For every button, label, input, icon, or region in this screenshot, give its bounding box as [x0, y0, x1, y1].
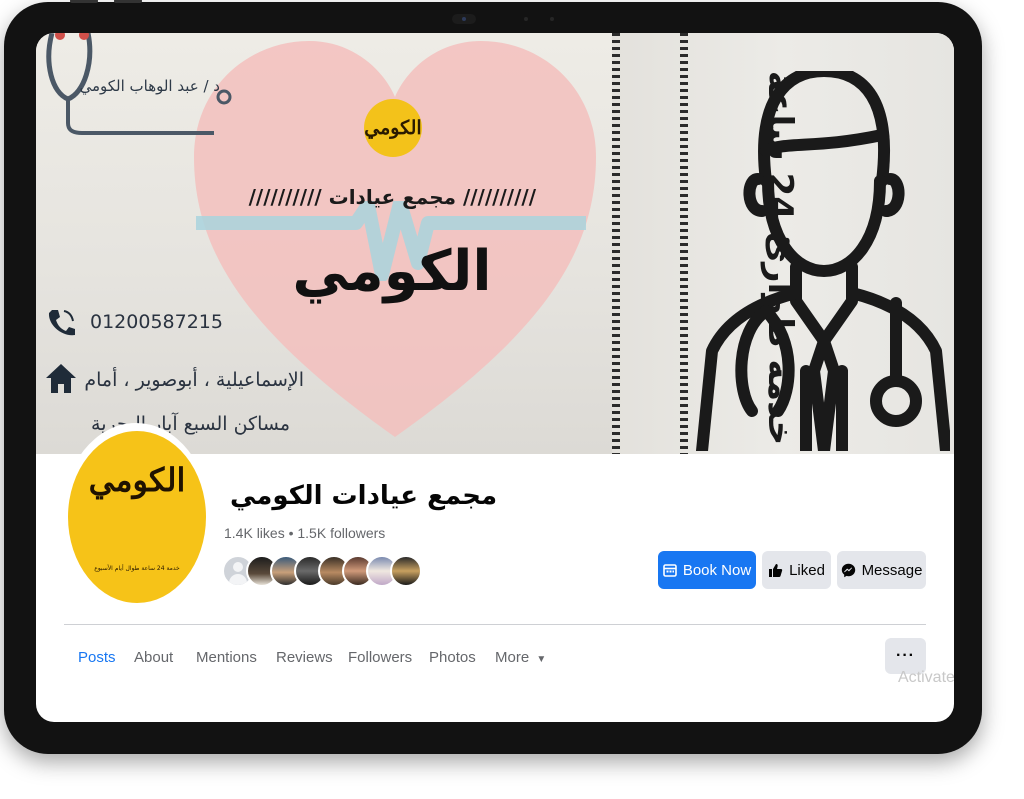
avatar[interactable] — [390, 555, 422, 587]
tab-photos[interactable]: Photos — [429, 638, 476, 678]
follower-avatars[interactable] — [222, 555, 422, 589]
header-divider — [64, 624, 926, 625]
tablet-volume-button — [114, 0, 142, 3]
tab-posts[interactable]: Posts — [78, 638, 116, 678]
phone-number: 01200587215 — [90, 311, 223, 333]
tab-mentions[interactable]: Mentions — [196, 638, 257, 678]
book-now-button[interactable]: Book Now — [658, 551, 756, 589]
page-title: مجمع عيادات الكومي — [230, 481, 498, 511]
stripe-divider — [680, 33, 688, 454]
tab-more[interactable]: More ▼ — [495, 638, 546, 678]
facebook-page-screen: د / عبد الوهاب الكومي الكومي ////////// … — [36, 33, 954, 722]
home-icon — [46, 364, 76, 393]
tablet-camera — [452, 14, 476, 24]
message-label: Message — [861, 561, 923, 579]
profile-logo-text: الكومي — [88, 461, 186, 499]
messenger-icon — [841, 563, 855, 577]
doctor-name: د / عبد الوهاب الكومي — [79, 77, 220, 95]
caret-down-icon: ▼ — [536, 654, 547, 665]
tab-about[interactable]: About — [134, 638, 173, 678]
profile-picture[interactable]: الكومي خدمة 24 ساعة طوال أيام الأسبوع — [68, 431, 206, 603]
book-now-label: Book Now — [682, 561, 752, 579]
page-stats[interactable]: 1.4K likes • 1.5K followers — [224, 525, 385, 541]
tab-followers[interactable]: Followers — [348, 638, 412, 678]
address-line-1: الإسماعيلية ، أبوصوير ، أمام — [84, 369, 304, 391]
activate-watermark: Activate — [898, 669, 954, 686]
clinic-name-large: الكومي — [292, 239, 492, 304]
tablet-sensor — [550, 17, 554, 21]
tablet-sensor — [524, 17, 528, 21]
message-button[interactable]: Message — [837, 551, 926, 589]
stripe-divider — [612, 33, 620, 454]
cover-photo[interactable]: د / عبد الوهاب الكومي الكومي ////////// … — [36, 33, 954, 454]
liked-label: Liked — [789, 561, 825, 579]
clinic-logo-small: الكومي — [364, 99, 422, 157]
tab-more-label: More — [495, 649, 530, 666]
thumbs-up-icon — [769, 563, 783, 577]
tablet-volume-button — [70, 0, 98, 3]
phone-icon — [48, 310, 75, 336]
liked-button[interactable]: Liked — [762, 551, 831, 589]
tab-reviews[interactable]: Reviews — [276, 638, 333, 678]
tablet-frame: د / عبد الوهاب الكومي الكومي ////////// … — [4, 0, 982, 754]
calendar-icon — [663, 564, 677, 577]
clinic-complex-label: ////////// مجمع عيادات ////////// — [248, 185, 536, 209]
doctor-icon — [696, 71, 950, 451]
profile-logo-caption: خدمة 24 ساعة طوال أيام الأسبوع — [94, 565, 180, 572]
